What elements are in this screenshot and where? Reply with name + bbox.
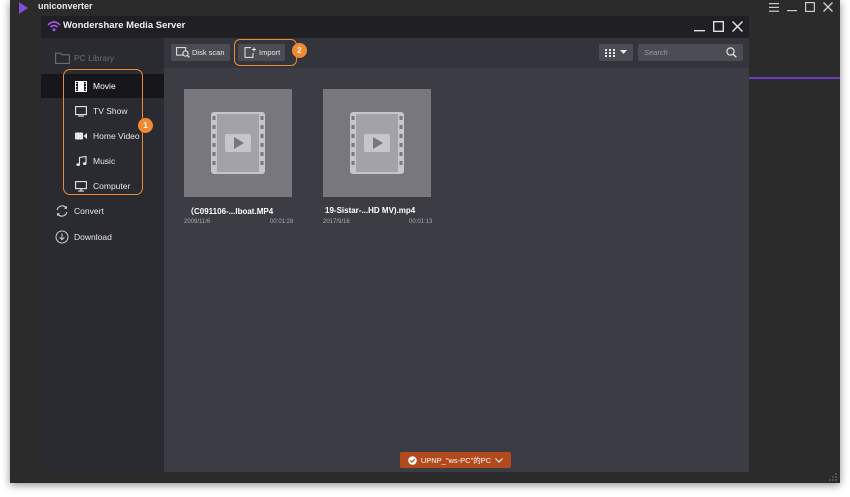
- check-circle-icon: [408, 455, 417, 465]
- media-duration: 00:01:13: [409, 219, 433, 225]
- close-icon[interactable]: [731, 19, 743, 33]
- video-file-icon: [211, 112, 265, 174]
- sidebar-convert-label: Convert: [74, 206, 104, 216]
- device-label: UPNP_"ws-PC"的PC: [420, 455, 492, 465]
- sidebar-item-download[interactable]: Download: [41, 225, 164, 249]
- disk-scan-button[interactable]: Disk scan: [171, 44, 230, 61]
- view-mode-dropdown[interactable]: [599, 44, 633, 61]
- disk-scan-icon: [176, 47, 190, 59]
- grid-view-icon: [605, 48, 615, 57]
- device-selector[interactable]: UPNP_"ws-PC"的PC: [400, 452, 511, 468]
- media-date: 2017/9/16: [323, 219, 350, 225]
- host-maximize-icon[interactable]: [804, 1, 816, 13]
- host-titlebar: uniconverter: [10, 0, 840, 16]
- video-thumbnail[interactable]: [323, 89, 431, 197]
- sidebar: PC Library Movie TV Show Home Video Musi: [41, 38, 164, 472]
- media-title: 19-Sistar-...HD MV).mp4: [325, 206, 416, 215]
- media-duration: 00:01:28: [270, 219, 294, 225]
- chevron-down-icon: [495, 457, 504, 463]
- callout-badge-2: 2: [292, 43, 307, 58]
- search-input[interactable]: [638, 44, 722, 61]
- disk-scan-label: Disk scan: [192, 48, 225, 57]
- media-server-titlebar: Wondershare Media Server: [41, 16, 749, 38]
- maximize-icon[interactable]: [712, 19, 724, 33]
- callout-highlight-sidebar: [63, 69, 143, 195]
- wifi-icon: [47, 21, 61, 32]
- callout-badge-1: 1: [138, 118, 153, 133]
- callout-highlight-import: [234, 39, 297, 66]
- search-box: [638, 44, 743, 61]
- media-server-window: Wondershare Media Server PC Library Movi…: [41, 16, 749, 472]
- resize-grip-icon[interactable]: [829, 473, 837, 481]
- media-date: 2009/11/6: [184, 219, 211, 225]
- host-app-title: uniconverter: [38, 1, 93, 11]
- sidebar-pc-library[interactable]: PC Library: [41, 46, 164, 70]
- host-accent-line: [749, 77, 840, 79]
- sidebar-item-convert[interactable]: Convert: [41, 199, 164, 223]
- sidebar-library-label: PC Library: [74, 53, 115, 63]
- minimize-icon[interactable]: [693, 19, 705, 33]
- convert-icon: [53, 204, 71, 218]
- window-title: Wondershare Media Server: [63, 20, 186, 31]
- media-title: （C091106-...lboat.MP4: [186, 207, 274, 216]
- sidebar-download-label: Download: [74, 232, 112, 242]
- chevron-down-icon: [620, 50, 627, 54]
- uniconverter-logo-icon: [19, 2, 28, 14]
- video-file-icon: [350, 112, 404, 174]
- folder-icon: [53, 51, 71, 65]
- download-icon: [53, 230, 71, 244]
- video-thumbnail[interactable]: [184, 89, 292, 197]
- host-menu-icon[interactable]: [768, 1, 780, 13]
- host-close-icon[interactable]: [822, 1, 834, 13]
- search-icon[interactable]: [726, 47, 737, 58]
- host-minimize-icon[interactable]: [786, 1, 798, 13]
